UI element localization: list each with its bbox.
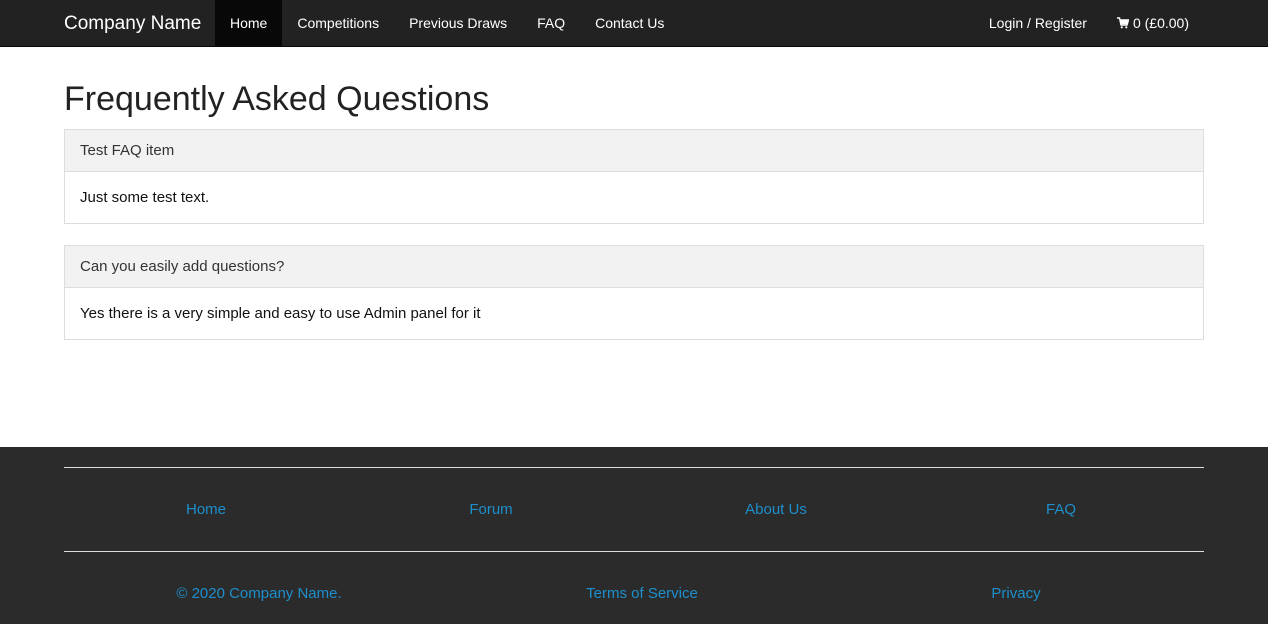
footer-link-about-us[interactable]: About Us (745, 501, 807, 518)
nav-item-contact-us[interactable]: Contact Us (580, 0, 679, 47)
footer-copyright[interactable]: © 2020 Company Name. (176, 585, 341, 602)
faq-question[interactable]: Can you easily add questions? (65, 246, 1203, 288)
cart-summary: 0 (£0.00) (1132, 15, 1189, 31)
footer-divider (64, 467, 1204, 468)
user-nav: Login / Register 0 (£0.00) (974, 0, 1204, 47)
cart-icon (1116, 17, 1129, 29)
nav-item-competitions[interactable]: Competitions (282, 0, 394, 47)
faq-answer: Just some test text. (80, 189, 210, 206)
brand-link[interactable]: Company Name (64, 0, 201, 47)
footer-link-terms[interactable]: Terms of Service (586, 585, 698, 602)
cart-link[interactable]: 0 (£0.00) (1102, 0, 1204, 47)
navbar: Company Name Home Competitions Previous … (0, 0, 1268, 47)
footer-link-faq[interactable]: FAQ (1046, 501, 1076, 518)
page-title: Frequently Asked Questions (64, 80, 490, 118)
footer-divider (64, 551, 1204, 552)
footer: Home Forum About Us FAQ © 2020 Company N… (0, 447, 1268, 624)
footer-link-forum[interactable]: Forum (469, 501, 512, 518)
faq-answer: Yes there is a very simple and easy to u… (80, 305, 481, 322)
nav-item-previous-draws[interactable]: Previous Draws (394, 0, 522, 47)
nav-item-faq[interactable]: FAQ (522, 0, 580, 47)
nav-item-home[interactable]: Home (215, 0, 283, 47)
footer-link-home[interactable]: Home (186, 501, 226, 518)
login-register-link[interactable]: Login / Register (974, 0, 1102, 47)
faq-panel: Can you easily add questions? Yes there … (64, 245, 1204, 340)
faq-panel: Test FAQ item Just some test text. (64, 129, 1204, 224)
footer-link-privacy[interactable]: Privacy (991, 585, 1040, 602)
main-nav: Home Competitions Previous Draws FAQ Con… (215, 0, 679, 47)
faq-question[interactable]: Test FAQ item (65, 130, 1203, 172)
